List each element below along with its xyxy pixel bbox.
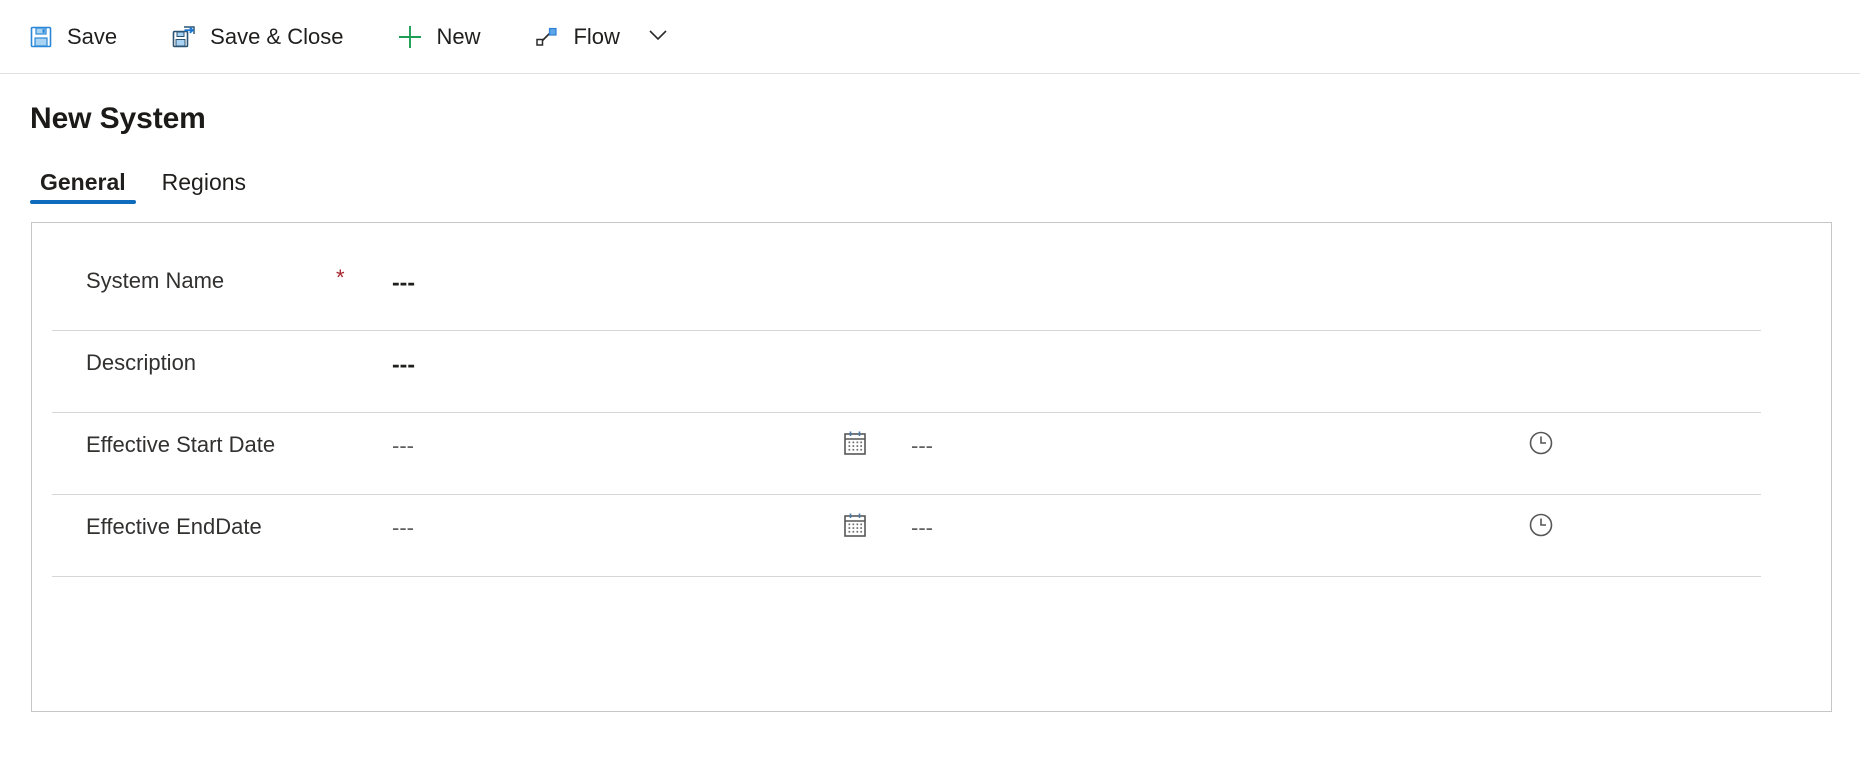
flow-button[interactable]: Flow [520,9,633,65]
row-divider [52,576,1761,577]
form-row-effective-start-date: Effective Start Date --- --- [32,413,1831,495]
system-name-required-marker: * [336,265,345,290]
form-row-description: Description --- [32,331,1831,413]
flow-overflow-chevron-button[interactable] [636,9,680,65]
new-button-label: New [436,23,481,49]
save-and-close-icon [171,24,197,50]
system-name-label: System Name [86,268,225,293]
flow-icon [534,24,560,50]
command-bar: Save Save & Close New Flow [0,0,1860,74]
clock-icon[interactable] [1527,413,1567,462]
calendar-icon[interactable] [841,495,887,544]
save-button-label: Save [67,23,118,49]
tab-strip: General Regions [0,160,1860,204]
tab-general-label: General [40,169,126,195]
effective-end-date-label: Effective EndDate [86,514,262,539]
save-and-close-button-label: Save & Close [210,23,344,49]
form-card: System Name * --- Description --- Effect… [31,222,1832,712]
description-required-marker [336,331,392,347]
system-name-value[interactable]: --- [392,249,415,296]
save-icon [28,24,54,50]
tab-regions-label: Regions [161,169,247,195]
effective-start-date-label: Effective Start Date [86,432,276,457]
effective-start-date-value[interactable]: --- [336,413,841,459]
chevron-down-icon [645,22,671,51]
flow-button-label: Flow [573,23,620,49]
tab-regions[interactable]: Regions [152,171,256,204]
save-button[interactable]: Save [14,9,131,65]
save-and-close-button[interactable]: Save & Close [157,9,357,65]
clock-icon[interactable] [1527,495,1567,544]
effective-end-time-value[interactable]: --- [887,495,1527,541]
tab-general[interactable]: General [30,171,136,204]
effective-start-time-value[interactable]: --- [887,413,1527,459]
calendar-icon[interactable] [841,413,887,462]
effective-end-date-value[interactable]: --- [336,495,841,541]
new-button[interactable]: New [383,9,494,65]
description-value[interactable]: --- [392,331,415,378]
description-label: Description [86,350,197,375]
form-row-system-name: System Name * --- [32,249,1831,331]
plus-icon [397,24,423,50]
page-title: New System [30,102,206,135]
form-row-effective-end-date: Effective EndDate --- --- [32,495,1831,577]
